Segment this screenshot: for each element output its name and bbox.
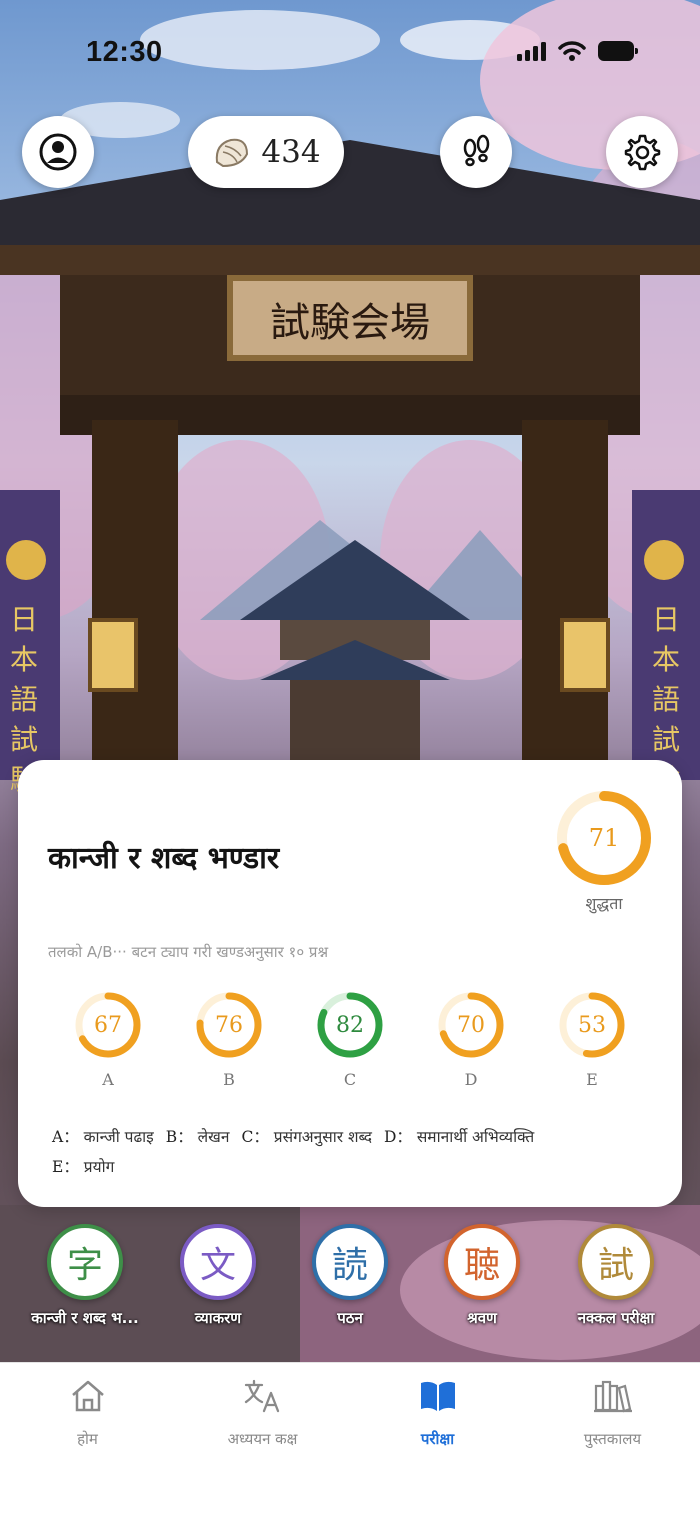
status-time: 12:30 bbox=[86, 36, 163, 68]
signal-icon bbox=[517, 41, 546, 61]
card-title: कान्जी र शब्द भण्डार bbox=[48, 841, 280, 876]
section-a-score: 67 bbox=[94, 1012, 122, 1038]
section-e-score: 53 bbox=[578, 1012, 606, 1038]
category-kanji-vocab[interactable]: 字 कान्जी र शब्द भ... bbox=[15, 1224, 155, 1328]
section-d-button[interactable]: 70 D bbox=[426, 990, 516, 1089]
nav-study-room[interactable]: अध्ययन कक्ष bbox=[175, 1377, 350, 1449]
nav-study-room-label: अध्ययन कक्ष bbox=[227, 1430, 298, 1448]
section-legend: A： कान्जी पढाइ B： लेखन C： प्रसंगअनुसार श… bbox=[52, 1122, 652, 1182]
kanji-icon: 字 bbox=[47, 1224, 123, 1300]
nav-home[interactable]: होम bbox=[0, 1377, 175, 1449]
section-b-label: B bbox=[223, 1070, 235, 1089]
nav-exam-label: परीक्षा bbox=[420, 1430, 455, 1448]
category-listening[interactable]: 聴 श्रवण bbox=[412, 1224, 552, 1328]
accuracy-value: 71 bbox=[588, 824, 620, 852]
section-d-label: D bbox=[464, 1070, 478, 1089]
legend-item-b: B： लेखन bbox=[165, 1128, 230, 1146]
category-label: कान्जी र शब्द भ... bbox=[31, 1309, 139, 1327]
legend-item-c: C： प्रसंगअनुसार शब्द bbox=[241, 1128, 372, 1146]
section-b-button[interactable]: 76 B bbox=[184, 990, 274, 1089]
status-bar: 12:30 bbox=[0, 0, 700, 100]
library-icon bbox=[593, 1380, 632, 1413]
legend-item-a: A： कान्जी पढाइ bbox=[52, 1128, 154, 1146]
home-icon bbox=[71, 1380, 104, 1412]
category-label: नक्कल परीक्षा bbox=[577, 1309, 655, 1327]
category-reading[interactable]: 読 पठन bbox=[280, 1224, 420, 1328]
book-icon bbox=[420, 1381, 455, 1411]
category-row: 字 कान्जी र शब्द भ... 文 व्याकरण 読 पठन 聴 श… bbox=[0, 1224, 700, 1344]
gate-sign: 試験会場 bbox=[270, 300, 430, 346]
section-a-button[interactable]: 67 A bbox=[63, 990, 153, 1089]
nav-library[interactable]: पुस्तकालय bbox=[525, 1377, 700, 1449]
section-c-button[interactable]: 82 C bbox=[305, 990, 395, 1089]
nav-home-label: होम bbox=[77, 1430, 98, 1448]
category-label: पठन bbox=[337, 1309, 363, 1327]
battery-icon bbox=[598, 41, 638, 61]
hint-text: तलको A/B··· बटन ट्याप गरी खण्डअनुसार १० … bbox=[48, 943, 329, 961]
bottom-nav: होम अध्ययन कक्ष परीक्षा पुस्तकालय bbox=[0, 1362, 700, 1518]
grammar-icon: 文 bbox=[180, 1224, 256, 1300]
legend-item-d: D： समानार्थी अभिव्यक्ति bbox=[383, 1128, 535, 1146]
accuracy-ring: 71 bbox=[554, 788, 654, 888]
settings-button[interactable] bbox=[606, 116, 678, 188]
section-d-score: 70 bbox=[457, 1012, 485, 1038]
accuracy-label: शुद्धता bbox=[585, 894, 623, 913]
mock-exam-icon: 試 bbox=[578, 1224, 654, 1300]
section-c-score: 82 bbox=[336, 1012, 364, 1038]
footsteps-button[interactable] bbox=[440, 116, 512, 188]
profile-button[interactable] bbox=[22, 116, 94, 188]
category-label: श्रवण bbox=[467, 1309, 497, 1327]
category-label: व्याकरण bbox=[194, 1309, 242, 1327]
wifi-icon bbox=[558, 41, 586, 61]
legend-item-e: E： प्रयोग bbox=[52, 1158, 115, 1176]
translate-icon bbox=[244, 1379, 279, 1413]
coin-count: 434 bbox=[261, 134, 321, 170]
section-e-label: E bbox=[586, 1070, 598, 1089]
nav-library-label: पुस्तकालय bbox=[583, 1430, 642, 1448]
reading-icon: 読 bbox=[312, 1224, 388, 1300]
accuracy-meter: 71 शुद्धता bbox=[554, 788, 654, 914]
section-scores: 67 A 76 B 82 C 70 D 53 E bbox=[48, 990, 652, 1090]
category-grammar[interactable]: 文 व्याकरण bbox=[148, 1224, 288, 1328]
nav-exam[interactable]: परीक्षा bbox=[350, 1377, 525, 1449]
section-a-label: A bbox=[102, 1070, 114, 1089]
shell-icon bbox=[216, 138, 249, 168]
section-e-button[interactable]: 53 E bbox=[547, 990, 637, 1089]
footprints-icon bbox=[463, 134, 490, 167]
section-b-score: 76 bbox=[215, 1012, 243, 1038]
progress-card: कान्जी र शब्द भण्डार 71 शुद्धता तलको A/B… bbox=[18, 760, 682, 1207]
coin-balance[interactable]: 434 bbox=[188, 116, 344, 188]
section-c-label: C bbox=[343, 1070, 357, 1089]
listening-icon: 聴 bbox=[444, 1224, 520, 1300]
gear-icon bbox=[624, 134, 661, 171]
category-mock-exam[interactable]: 試 नक्कल परीक्षा bbox=[546, 1224, 686, 1328]
user-icon bbox=[39, 133, 77, 171]
